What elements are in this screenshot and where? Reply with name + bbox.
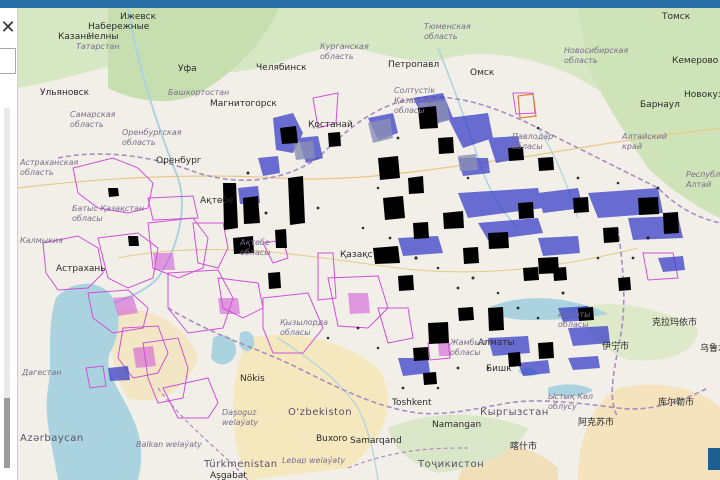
country-turkmenistan: Türkmenistan — [204, 459, 278, 470]
city-magnitogorsk: Магнитогорск — [210, 99, 277, 109]
city-novokuz: Новокуз — [684, 90, 720, 100]
country-azerbaijan: Azərbaycan — [20, 433, 84, 444]
city-kazan: Казань — [58, 32, 92, 42]
city-korla: 库尔勒市 — [658, 398, 695, 408]
region-kurgan: Курганская область — [320, 42, 369, 61]
side-panel: ✕ — [0, 8, 18, 480]
city-ufa: Уфа — [178, 64, 197, 74]
region-orenburg-obl: Оренбургская область — [122, 128, 182, 147]
region-samara: Самарская область — [70, 110, 116, 129]
region-aktobe-obl: Ақтөбе обласы — [240, 238, 271, 257]
city-samarkand: Samarqand — [350, 436, 402, 446]
region-north-kaz: Солтүстік Қазақстан обласы — [394, 86, 438, 115]
region-dagestan: Дагестан — [22, 368, 62, 377]
map-canvas[interactable]: Ижевск Набережные Челны Казань Уфа Челяб… — [18, 8, 720, 480]
city-kazakhstan: Қазақс — [340, 250, 373, 260]
region-tatarstan: Татарстан — [76, 42, 120, 51]
city-ashgabat: Aşgabat — [210, 471, 247, 480]
map-control-button[interactable] — [708, 448, 720, 470]
close-icon[interactable]: ✕ — [0, 18, 16, 38]
region-almaty-obl: Алматы обласы — [558, 310, 591, 329]
region-zhambyl: Жамбыл обласы — [450, 338, 486, 357]
city-karamay: 克拉玛依市 — [652, 318, 698, 328]
region-altai-rep: Республика Алтай — [686, 170, 720, 189]
country-uzbekistan: O'zbekiston — [288, 407, 353, 418]
region-astrakhan: Астраханская область — [20, 158, 79, 177]
top-accent-bar — [0, 0, 720, 8]
city-aksu: 阿克苏市 — [578, 418, 615, 428]
region-novosibirsk: Новосибирская область — [564, 46, 629, 65]
city-chelyabinsk: Челябинск — [256, 63, 307, 73]
region-dashoguz: Daşoguz welaýaty — [222, 408, 259, 427]
region-issyk-kul: Ыстық Көл облусу — [548, 392, 593, 411]
city-kemerovo: Кемерово — [672, 56, 719, 66]
region-kalmykia: Калмыкия — [20, 236, 63, 245]
city-aktobe: Ақтөбе — [200, 196, 234, 206]
region-bashkortostan: Башкортостан — [168, 88, 230, 97]
city-tomsk: Томск — [662, 12, 691, 22]
city-namangan: Namangan — [432, 420, 482, 430]
city-bukhara: Buxoro — [316, 434, 348, 444]
city-orenburg: Оренбург — [156, 156, 202, 166]
region-west-kaz: Батыс Қазақстан обласы — [72, 204, 145, 223]
city-astrakhan: Астрахань — [56, 264, 106, 274]
city-kostanay: Қостанай — [308, 120, 353, 130]
region-balkan: Balkan welaýaty — [136, 440, 202, 449]
region-lebap: Lebap welaýaty — [282, 456, 346, 465]
city-petropavl: Петропавл — [388, 60, 440, 70]
panel-toggle[interactable] — [0, 48, 16, 74]
city-bishkek: Бишк — [486, 364, 512, 374]
city-barnaul: Барнаул — [640, 100, 680, 110]
city-urumqi: 乌鲁木 — [700, 344, 720, 354]
region-kyzylorda: Қызылорда обласы — [280, 318, 329, 337]
city-kashgar: 喀什市 — [510, 442, 538, 452]
region-tyumen: Тюменская область — [424, 22, 471, 41]
city-izhevsk: Ижевск — [120, 12, 157, 22]
region-altai: Алтайский край — [622, 132, 667, 151]
map-base-svg — [18, 8, 720, 480]
city-nukus: Nökis — [240, 374, 265, 384]
city-chelny: Набережные Челны — [88, 22, 150, 42]
country-kyrgyzstan: Кыргызстан — [480, 407, 549, 418]
city-yining: 伊宁市 — [602, 342, 630, 352]
scrollbar-thumb[interactable] — [4, 398, 10, 468]
city-omsk: Омск — [470, 68, 495, 78]
city-ulyanovsk: Ульяновск — [40, 88, 90, 98]
region-pavlodar: Павлодар обласы — [512, 132, 554, 151]
city-tashkent: Toshkent — [392, 398, 432, 408]
country-tajikistan: Тоҷикистон — [418, 459, 485, 470]
panel-scrollbar[interactable] — [4, 108, 10, 468]
